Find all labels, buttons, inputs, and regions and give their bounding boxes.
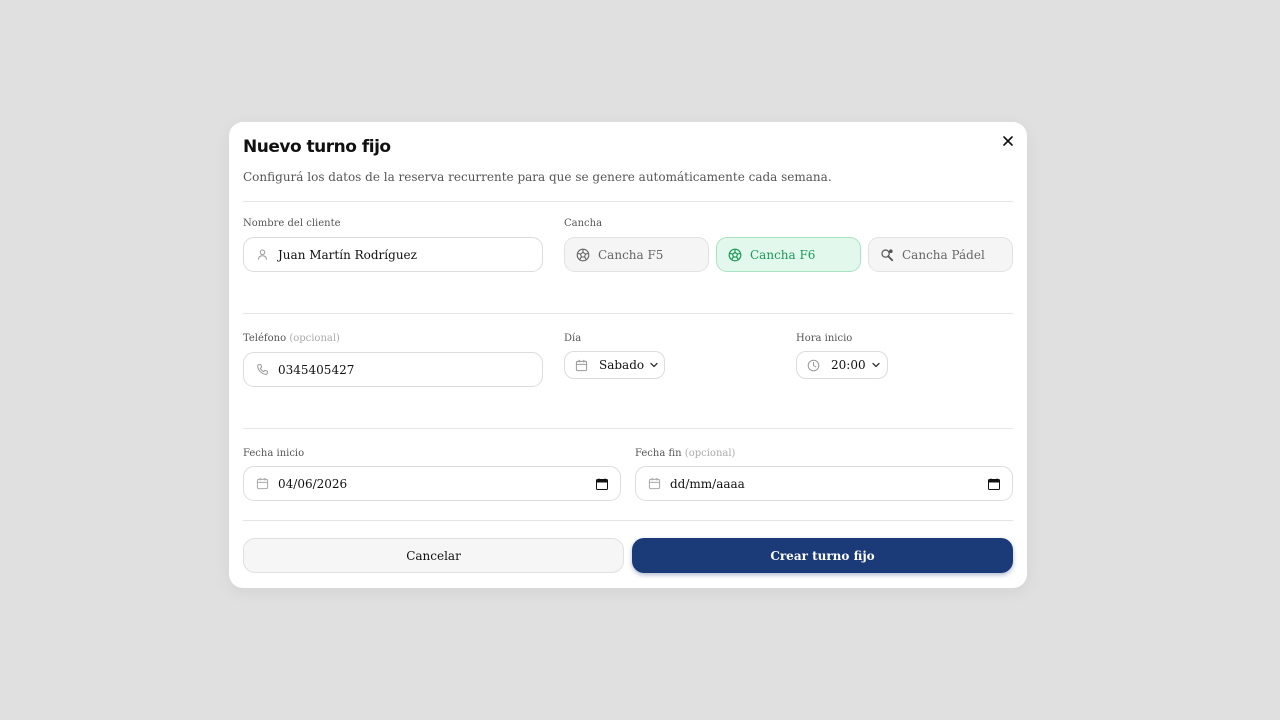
calendar-icon (647, 477, 661, 491)
start-date-input[interactable]: 04/06/2026 (243, 466, 621, 501)
end-date-input[interactable]: dd/mm/aaaa (635, 466, 1013, 501)
date-picker-icon[interactable] (987, 477, 1001, 491)
date-picker-icon[interactable] (595, 477, 609, 491)
phone-label-text: Teléfono (243, 333, 287, 344)
phone-label: Teléfono (opcional) (243, 333, 340, 344)
day-select[interactable]: Sabado (564, 351, 665, 379)
phone-icon (255, 363, 269, 377)
soccer-ball-icon (728, 248, 742, 261)
day-label: Día (564, 333, 582, 344)
chevron-down-icon (649, 360, 659, 370)
end-date-label-text: Fecha fin (635, 448, 682, 459)
client-name-input[interactable]: Juan Martín Rodríguez (243, 237, 543, 272)
day-value: Sabado (599, 358, 645, 372)
end-date-value: dd/mm/aaaa (670, 476, 745, 491)
start-time-value: 20:00 (831, 358, 866, 372)
chevron-down-icon (871, 360, 881, 370)
calendar-icon (255, 477, 269, 491)
close-icon (1003, 136, 1013, 146)
new-fixed-booking-modal: Nuevo turno fijo Configurá los datos de … (229, 122, 1027, 588)
court-label: Cancha (564, 218, 603, 229)
end-date-label: Fecha fin (opcional) (635, 448, 735, 459)
optional-hint: (opcional) (684, 448, 736, 459)
clock-icon (807, 359, 820, 372)
start-time-select[interactable]: 20:00 (796, 351, 888, 379)
divider (243, 313, 1013, 314)
optional-hint: (opcional) (289, 333, 340, 344)
modal-subtitle: Configurá los datos de la reserva recurr… (243, 170, 832, 184)
modal-title: Nuevo turno fijo (243, 137, 391, 157)
divider (243, 201, 1013, 202)
court-option-f5[interactable]: Cancha F5 (564, 237, 709, 272)
phone-input[interactable]: 0345405427 (243, 352, 543, 387)
court-option-label: Cancha Pádel (902, 247, 985, 262)
phone-value: 0345405427 (278, 362, 355, 377)
client-name-label: Nombre del cliente (243, 218, 341, 229)
padel-racket-icon (881, 248, 894, 261)
start-date-value: 04/06/2026 (278, 476, 348, 491)
court-option-f6[interactable]: Cancha F6 (716, 237, 861, 272)
start-date-label: Fecha inicio (243, 448, 305, 459)
court-option-label: Cancha F6 (750, 247, 816, 262)
user-icon (255, 248, 269, 262)
cancel-button[interactable]: Cancelar (243, 538, 624, 573)
calendar-icon (575, 359, 588, 372)
soccer-ball-icon (576, 248, 590, 261)
start-time-label: Hora inicio (796, 333, 853, 344)
close-button[interactable] (999, 132, 1017, 150)
divider (243, 520, 1013, 521)
divider (243, 428, 1013, 429)
court-option-padel[interactable]: Cancha Pádel (868, 237, 1013, 272)
create-fixed-booking-button[interactable]: Crear turno fijo (632, 538, 1013, 573)
client-name-value: Juan Martín Rodríguez (278, 247, 417, 262)
court-option-label: Cancha F5 (598, 247, 664, 262)
